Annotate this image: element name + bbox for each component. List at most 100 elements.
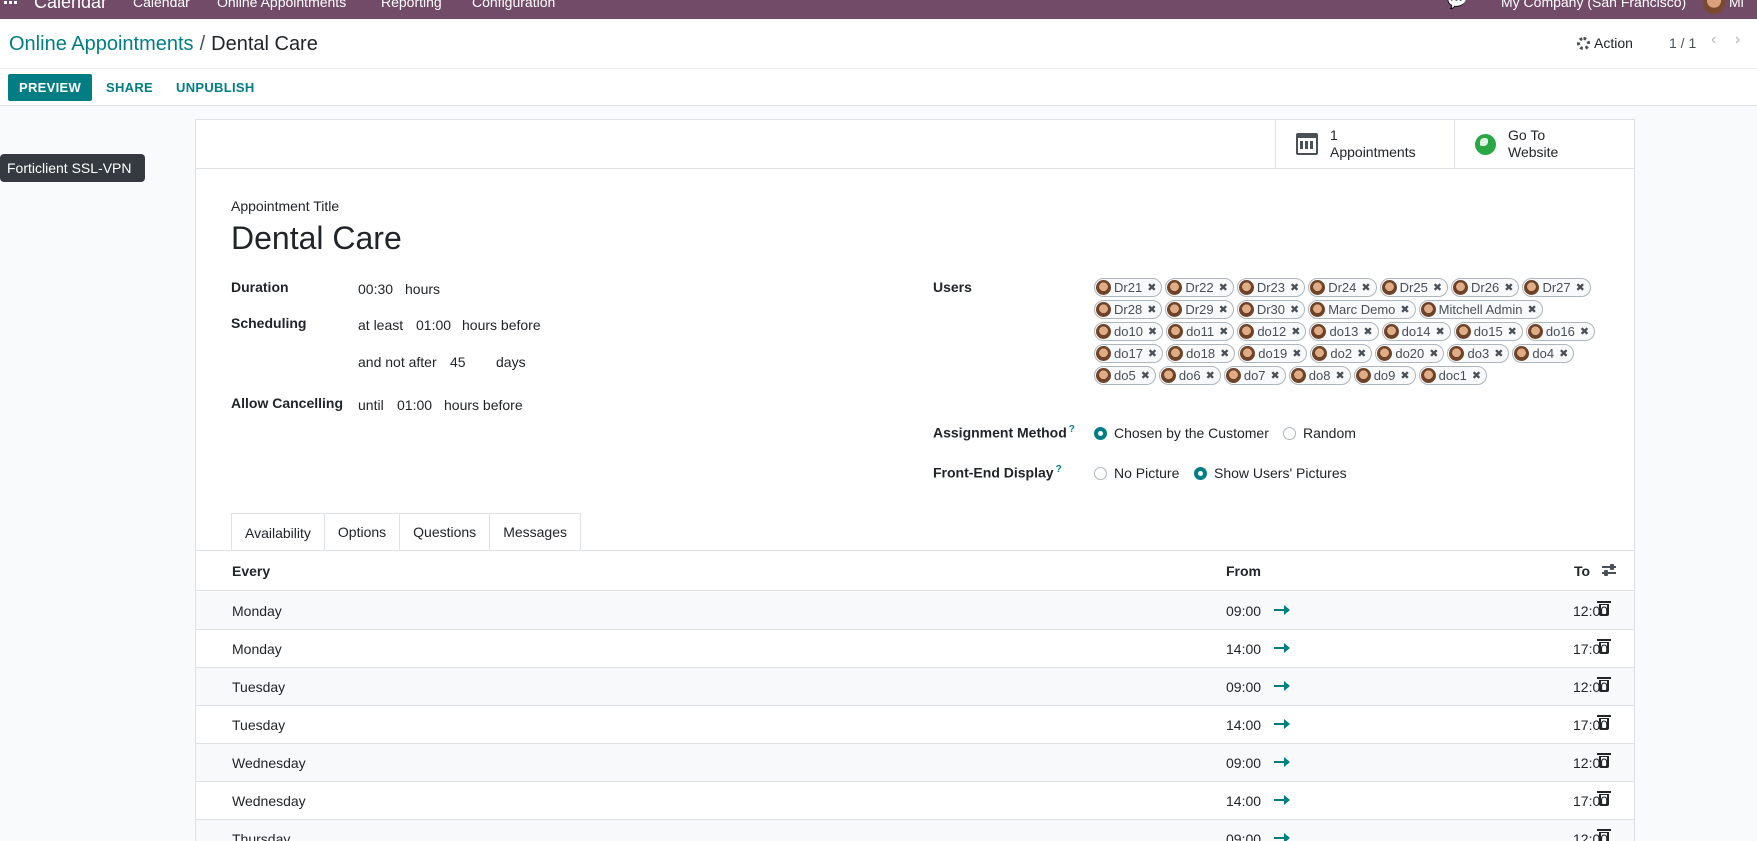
unpublish-button[interactable]: UNPUBLISH [176,80,255,95]
remove-tag-icon[interactable]: ✖ [1291,325,1300,338]
tab-options[interactable]: Options [323,513,401,550]
breadcrumb-parent[interactable]: Online Appointments [9,33,194,55]
menu-calendar[interactable]: Calendar [133,0,190,10]
remove-tag-icon[interactable]: ✖ [1400,303,1409,316]
share-button[interactable]: SHARE [106,80,153,95]
duration-input[interactable]: 00:30 [358,281,393,297]
remove-tag-icon[interactable]: ✖ [1400,369,1409,382]
trash-icon[interactable] [1597,715,1611,730]
trash-icon[interactable] [1597,829,1611,841]
user-tag[interactable]: Dr24 ✖ [1308,278,1377,297]
display-help-icon[interactable]: ? [1056,464,1062,475]
remove-tag-icon[interactable]: ✖ [1335,369,1344,382]
pager-value[interactable]: 1 / 1 [1669,35,1696,51]
user-tag[interactable]: do9 ✖ [1353,366,1416,385]
tab-messages[interactable]: Messages [489,513,581,550]
preview-button[interactable]: PREVIEW [8,74,92,101]
user-tag[interactable]: do5 ✖ [1094,366,1156,385]
table-row[interactable]: Thursday 09:00 12:00 [196,820,1634,841]
user-tag[interactable]: do2 ✖ [1310,344,1373,363]
trash-icon[interactable] [1597,639,1611,654]
action-button[interactable]: Action [1577,35,1633,51]
table-row[interactable]: Monday 09:00 12:00 [196,592,1634,630]
user-tag[interactable]: Dr27 ✖ [1522,278,1591,297]
user-tag[interactable]: Dr26 ✖ [1451,278,1520,297]
remove-tag-icon[interactable]: ✖ [1206,369,1215,382]
table-row[interactable]: Wednesday 14:00 17:00 [196,782,1634,820]
menu-online-appointments[interactable]: Online Appointments [217,0,346,10]
user-tag[interactable]: do15 ✖ [1453,322,1523,341]
user-tag[interactable]: Mitchell Admin ✖ [1418,300,1543,319]
remove-tag-icon[interactable]: ✖ [1148,347,1157,360]
user-tag[interactable]: do16 ✖ [1525,322,1596,341]
remove-tag-icon[interactable]: ✖ [1290,303,1299,316]
trash-icon[interactable] [1597,677,1611,692]
remove-tag-icon[interactable]: ✖ [1219,303,1228,316]
column-every[interactable]: Every [232,563,270,579]
tab-questions[interactable]: Questions [399,513,491,550]
user-tag[interactable]: do13 ✖ [1309,322,1379,341]
remove-tag-icon[interactable]: ✖ [1436,325,1445,338]
trash-icon[interactable] [1597,753,1611,768]
remove-tag-icon[interactable]: ✖ [1472,369,1481,382]
remove-tag-icon[interactable]: ✖ [1576,281,1585,294]
table-row[interactable]: Wednesday 09:00 12:00 [196,744,1634,782]
remove-tag-icon[interactable]: ✖ [1494,347,1503,360]
user-tag[interactable]: do6 ✖ [1158,366,1221,385]
remove-tag-icon[interactable]: ✖ [1580,325,1589,338]
table-row[interactable]: Tuesday 14:00 17:00 [196,706,1634,744]
user-tag[interactable]: do20 ✖ [1375,344,1445,363]
column-from[interactable]: From [1226,563,1261,579]
trash-icon[interactable] [1597,601,1611,616]
remove-tag-icon[interactable]: ✖ [1219,325,1228,338]
radio-random[interactable]: Random [1283,425,1356,441]
remove-tag-icon[interactable]: ✖ [1141,369,1150,382]
pager-next-icon[interactable]: › [1735,31,1740,49]
cell-from[interactable]: 09:00 [1226,755,1261,771]
remove-tag-icon[interactable]: ✖ [1363,325,1372,338]
remove-tag-icon[interactable]: ✖ [1147,281,1156,294]
appointment-title-input[interactable]: Dental Care [231,220,402,257]
radio-chosen-by-customer[interactable]: Chosen by the Customer [1094,425,1269,441]
user-name[interactable]: Mi [1729,0,1744,10]
radio-show-users-pictures[interactable]: Show Users' Pictures [1194,465,1347,481]
remove-tag-icon[interactable]: ✖ [1504,281,1513,294]
remove-tag-icon[interactable]: ✖ [1219,281,1228,294]
menu-reporting[interactable]: Reporting [381,0,442,10]
remove-tag-icon[interactable]: ✖ [1361,281,1370,294]
user-tag[interactable]: do3 ✖ [1447,344,1510,363]
cell-from[interactable]: 09:00 [1226,603,1261,619]
user-tag[interactable]: Dr25 ✖ [1379,278,1449,297]
remove-tag-icon[interactable]: ✖ [1220,347,1229,360]
app-name[interactable]: Calendar [34,0,107,13]
user-tag[interactable]: do8 ✖ [1288,366,1351,385]
remove-tag-icon[interactable]: ✖ [1147,303,1156,316]
cell-from[interactable]: 14:00 [1226,717,1261,733]
optional-columns-icon[interactable] [1601,562,1617,578]
user-tag[interactable]: Dr21 ✖ [1094,278,1163,297]
menu-configuration[interactable]: Configuration [472,0,555,10]
user-tag[interactable]: do4 ✖ [1512,344,1575,363]
user-tag[interactable]: do19 ✖ [1238,344,1308,363]
cell-from[interactable]: 14:00 [1226,641,1261,657]
remove-tag-icon[interactable]: ✖ [1559,347,1568,360]
cell-from[interactable]: 09:00 [1226,679,1261,695]
user-tag[interactable]: do11 ✖ [1166,322,1235,341]
column-to[interactable]: To [1574,563,1590,579]
user-tag[interactable]: Dr22 ✖ [1165,278,1234,297]
trash-icon[interactable] [1597,791,1611,806]
cell-from[interactable]: 09:00 [1226,831,1261,841]
radio-no-picture[interactable]: No Picture [1094,465,1179,481]
cell-from[interactable]: 14:00 [1226,793,1261,809]
user-tag[interactable]: doc1 ✖ [1418,366,1488,385]
assignment-help-icon[interactable]: ? [1069,424,1075,435]
table-row[interactable]: Tuesday 09:00 12:00 [196,668,1634,706]
cancelling-input[interactable]: 01:00 [397,397,432,413]
user-tag[interactable]: Dr28 ✖ [1094,300,1163,319]
go-to-website-button[interactable]: Go To Website [1454,120,1635,168]
user-avatar[interactable] [1703,0,1725,14]
user-tag[interactable]: do18 ✖ [1166,344,1236,363]
pager-previous-icon[interactable]: ‹ [1711,31,1716,49]
remove-tag-icon[interactable]: ✖ [1527,303,1536,316]
remove-tag-icon[interactable]: ✖ [1357,347,1366,360]
